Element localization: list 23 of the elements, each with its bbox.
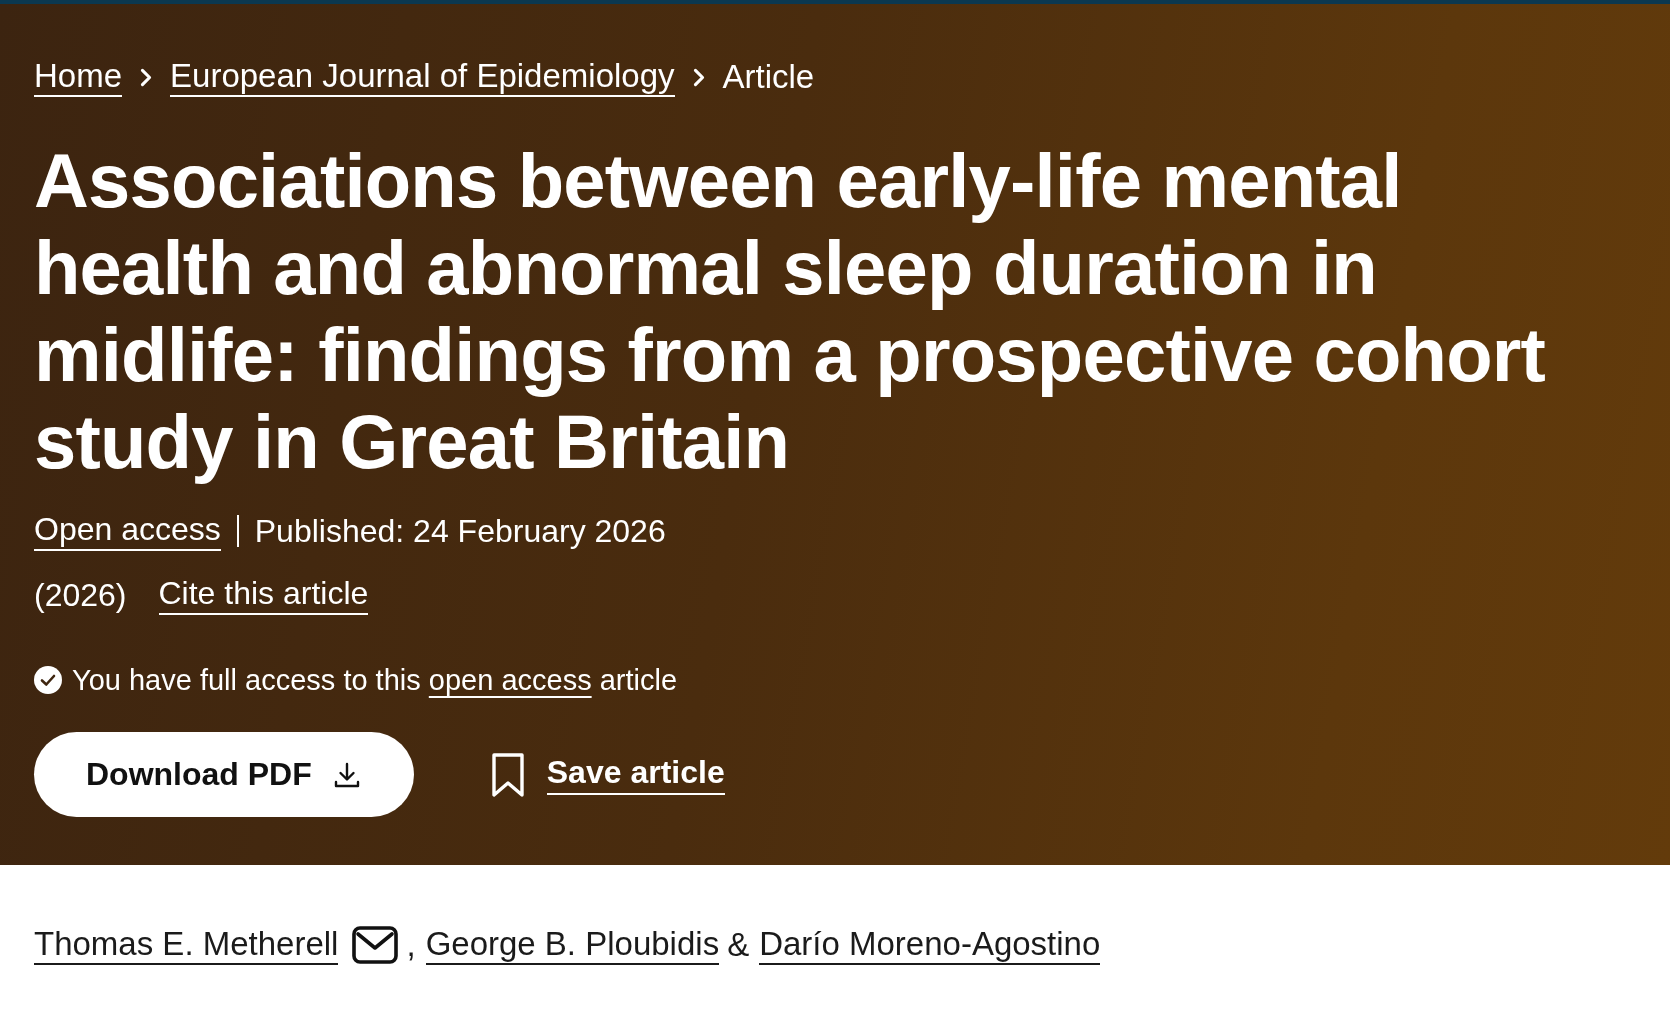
author-link[interactable]: Thomas E. Metherell (34, 924, 339, 966)
open-access-link[interactable]: open access (428, 664, 592, 696)
breadcrumb-current: Article (722, 58, 815, 96)
author-link[interactable]: Darío Moreno-Agostino (759, 924, 1101, 966)
publication-year: (2026) (34, 576, 127, 614)
published-date: Published: 24 February 2026 (254, 512, 666, 550)
breadcrumb-link[interactable]: European Journal of Epidemiology (170, 56, 675, 98)
author-separator: , (406, 926, 416, 964)
author-separator: & (727, 926, 750, 964)
download-icon (333, 761, 360, 788)
cite-article-link[interactable]: Cite this article (158, 575, 369, 615)
check-circle-icon (34, 666, 62, 694)
save-article-button[interactable]: Save article (490, 751, 725, 798)
mail-icon[interactable] (352, 926, 399, 964)
download-pdf-button[interactable]: Download PDF (34, 732, 414, 817)
open-access-link[interactable]: Open access (34, 511, 221, 551)
chevron-right-icon (140, 67, 153, 87)
chevron-right-icon (692, 67, 705, 87)
author-link[interactable]: George B. Ploubidis (425, 924, 720, 966)
bookmark-icon (490, 751, 525, 798)
article-title: Associations between early-life mental health and abnormal sleep duration in midlife: findings from a prospective cohort study in Great Britain (34, 137, 1547, 485)
access-notice: You have full access to this open access article (72, 663, 678, 698)
breadcrumb-link[interactable]: Home (34, 56, 123, 98)
